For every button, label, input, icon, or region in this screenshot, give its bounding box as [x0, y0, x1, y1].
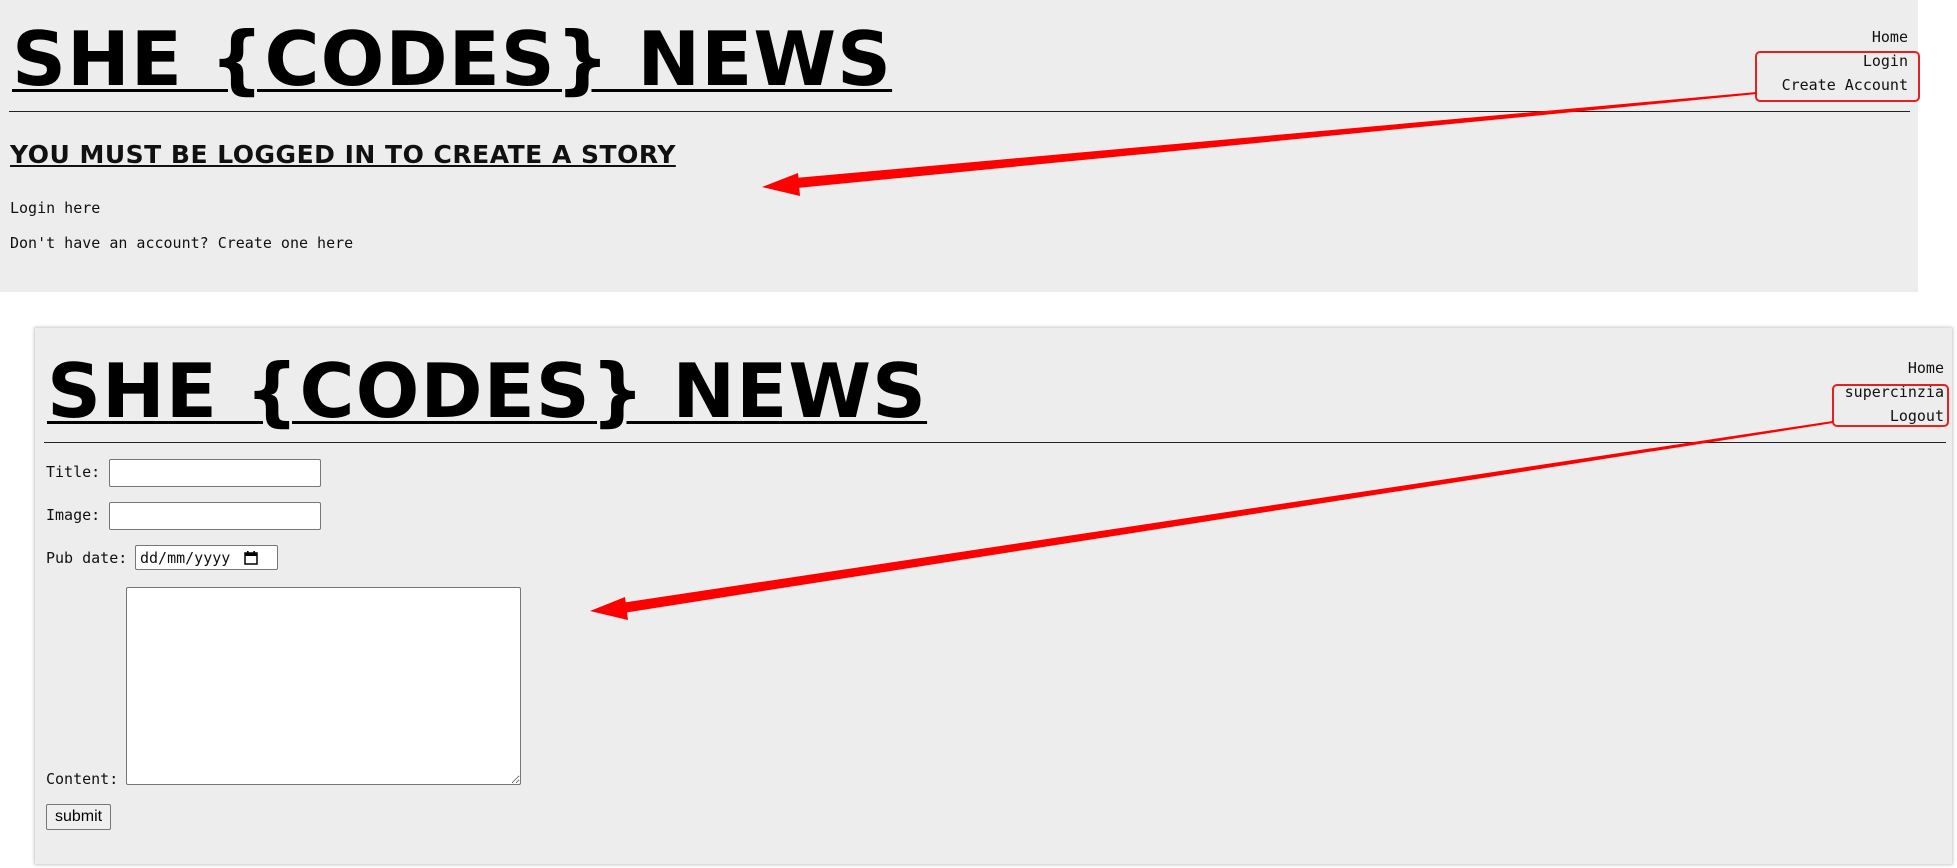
title-input[interactable] — [109, 459, 321, 487]
pub-date-input[interactable]: dd/mm/yyyy — [135, 545, 278, 570]
image-input[interactable] — [109, 502, 321, 530]
login-here-link[interactable]: Login here — [10, 199, 100, 217]
site-title[interactable]: SHE {CODES} NEWS — [12, 22, 892, 97]
login-prompt: Login here — [10, 199, 100, 217]
create-account-here-link[interactable]: Don't have an account? Create one here — [10, 234, 353, 252]
nav-home-link[interactable]: Home — [1782, 25, 1908, 49]
image-label: Image: — [46, 506, 101, 524]
nav-home-link[interactable]: Home — [1845, 356, 1944, 380]
content-textarea[interactable] — [126, 587, 521, 785]
header-divider — [44, 442, 1946, 443]
pub-date-placeholder: dd/mm/yyyy — [140, 548, 231, 567]
calendar-icon[interactable] — [244, 550, 259, 565]
logged-out-page: SHE {CODES} NEWS Home Login Create Accou… — [0, 0, 1918, 292]
title-label: Title: — [46, 463, 101, 481]
header-divider — [9, 111, 1910, 112]
site-title[interactable]: SHE {CODES} NEWS — [47, 354, 927, 429]
nav-highlight-box — [1755, 51, 1920, 102]
signup-prompt: Don't have an account? Create one here — [10, 234, 353, 252]
login-required-heading: YOU MUST BE LOGGED IN TO CREATE A STORY — [10, 140, 676, 169]
content-label: Content: — [46, 770, 119, 788]
logged-in-page: SHE {CODES} NEWS Home supercinzia Logout… — [35, 328, 1952, 864]
submit-button[interactable]: submit — [46, 804, 112, 830]
nav-highlight-box — [1832, 384, 1949, 427]
pub-date-label: Pub date: — [46, 549, 128, 567]
